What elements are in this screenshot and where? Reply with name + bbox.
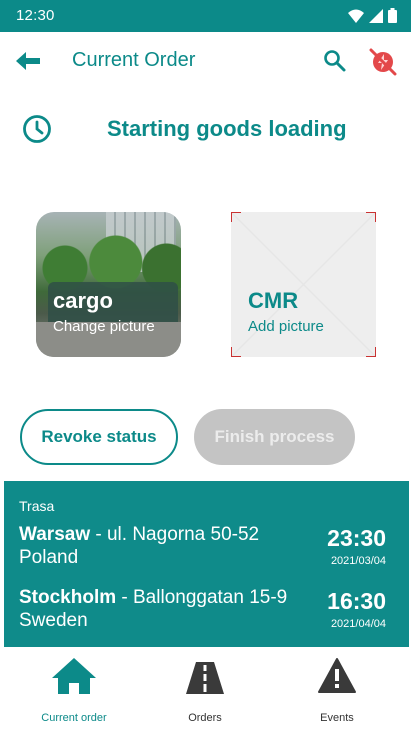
back-arrow-icon[interactable] (14, 48, 42, 74)
stop-city: Stockholm (19, 587, 117, 608)
frame-corner (231, 347, 241, 357)
road-icon (186, 662, 224, 694)
stop-place: Warsaw - ul. Nagorna 50-52 Poland (19, 523, 304, 569)
status-time: 12:30 (16, 7, 55, 24)
status-text: Starting goods loading (107, 116, 347, 141)
stop-time: 16:30 (327, 588, 386, 614)
cell-signal-icon (369, 8, 383, 23)
stop-date: 2021/04/04 (330, 618, 386, 630)
picture-name: cargo (53, 288, 113, 313)
clock-icon (23, 115, 51, 143)
battery-icon (388, 8, 397, 23)
stop-country: Poland (19, 547, 79, 568)
nav-item-events[interactable]: Events (282, 656, 392, 726)
stop-date: 2021/03/04 (330, 555, 386, 567)
stop-city: Warsaw (19, 524, 91, 545)
status-icons (348, 8, 397, 23)
placeholder-cross-icon (231, 212, 376, 357)
search-icon[interactable] (322, 48, 348, 74)
cargo-picture[interactable]: cargo Change picture (36, 212, 181, 357)
route-card: Trasa Warsaw - ul. Nagorna 50-52 Poland … (4, 481, 409, 647)
page-title: Current Order (72, 49, 196, 71)
home-icon (52, 658, 96, 694)
bottom-nav: Current order Orders Events (0, 648, 411, 731)
nav-item-current-order[interactable]: Current order (19, 656, 129, 726)
stop-country: Sweden (19, 610, 88, 631)
warning-icon (318, 658, 356, 693)
frame-corner (366, 212, 376, 222)
status-bar: 12:30 (0, 0, 411, 32)
nav-label: Orders (188, 712, 222, 724)
nav-item-orders[interactable]: Orders (150, 656, 260, 726)
route-stop-origin: Warsaw - ul. Nagorna 50-52 Poland 23:30 … (19, 523, 394, 569)
add-picture-link[interactable]: Add picture (248, 318, 324, 335)
route-label: Trasa (19, 498, 55, 514)
finish-process-button[interactable]: Finish process (194, 409, 355, 465)
offline-icon[interactable] (367, 46, 399, 78)
app-bar: Current Order (0, 32, 411, 90)
cmr-picture[interactable]: CMR Add picture (231, 212, 376, 357)
frame-corner (366, 347, 376, 357)
nav-label: Current order (41, 712, 107, 724)
stop-place: Stockholm - Ballonggatan 15-9 Sweden (19, 586, 304, 632)
change-picture-link[interactable]: Change picture (53, 318, 155, 335)
route-stop-destination: Stockholm - Ballonggatan 15-9 Sweden 16:… (19, 586, 394, 632)
frame-corner (231, 212, 241, 222)
picture-name: CMR (248, 288, 299, 313)
stop-time: 23:30 (327, 525, 386, 551)
stop-address: - Ballonggatan 15-9 (116, 587, 288, 608)
revoke-status-button[interactable]: Revoke status (20, 409, 178, 465)
wifi-icon (348, 9, 364, 23)
stop-address: - ul. Nagorna 50-52 (90, 524, 260, 545)
nav-label: Events (320, 712, 354, 724)
current-status: Starting goods loading (0, 108, 411, 152)
